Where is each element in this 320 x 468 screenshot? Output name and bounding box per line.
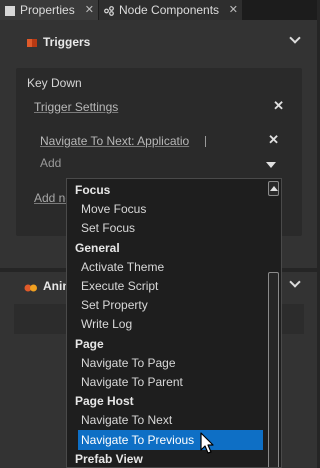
dropdown-arrow-icon[interactable]: [266, 162, 276, 168]
scrollbar-thumb[interactable]: [268, 272, 279, 467]
tab-properties-label: Properties: [20, 3, 75, 17]
section-title: Triggers: [43, 35, 91, 49]
dropdown-category: Focus: [75, 183, 111, 197]
add-action-combobox[interactable]: Add: [40, 156, 61, 170]
close-icon[interactable]: ✕: [229, 3, 238, 16]
dropdown-option[interactable]: Navigate To Parent: [67, 372, 267, 392]
node-components-icon: [104, 5, 114, 16]
dropdown-option[interactable]: Activate Theme: [67, 257, 267, 277]
dropdown-option[interactable]: Execute Script: [67, 276, 267, 296]
text-caret: [205, 136, 206, 147]
animation-icon: [24, 282, 38, 292]
trigger-icon: [27, 37, 37, 47]
dropdown-category: Page Host: [75, 394, 134, 409]
scroll-up-icon[interactable]: [268, 181, 279, 196]
dropdown-option[interactable]: Set Property: [67, 295, 267, 315]
tab-node-components-label: Node Components: [119, 3, 220, 17]
dropdown-option[interactable]: Navigate To Page: [67, 353, 267, 373]
dropdown-category: Page: [75, 336, 104, 351]
remove-action-icon[interactable]: ✕: [268, 132, 279, 148]
remove-trigger-icon[interactable]: ✕: [273, 98, 284, 114]
dropdown-option-selected[interactable]: Navigate To Previous: [78, 429, 263, 450]
dropdown-option[interactable]: Write Log: [67, 314, 267, 334]
dropdown-category: General: [75, 240, 120, 255]
action-link[interactable]: Navigate To Next: Applicatio: [40, 134, 189, 148]
trigger-settings-link[interactable]: Trigger Settings: [34, 100, 118, 114]
chevron-down-icon[interactable]: [290, 34, 301, 45]
properties-icon: [5, 5, 15, 16]
close-icon[interactable]: ✕: [85, 3, 94, 16]
dropdown-option[interactable]: Move Focus: [67, 199, 267, 219]
mouse-cursor-icon: [200, 432, 216, 456]
dropdown-option[interactable]: Set Focus: [67, 218, 267, 238]
action-dropdown-list[interactable]: Focus Move Focus Set Focus General Activate …: [66, 178, 282, 468]
chevron-down-icon[interactable]: [290, 278, 301, 289]
trigger-name: Key Down: [27, 76, 82, 90]
tab-bar: Properties ✕ Node Components ✕: [0, 0, 317, 20]
dropdown-option[interactable]: Navigate To Next: [67, 410, 267, 430]
dropdown-category: Prefab View: [75, 451, 143, 466]
tab-node-components[interactable]: Node Components ✕: [99, 0, 242, 20]
triggers-header[interactable]: Triggers: [0, 28, 317, 54]
tab-properties[interactable]: Properties ✕: [0, 0, 98, 20]
